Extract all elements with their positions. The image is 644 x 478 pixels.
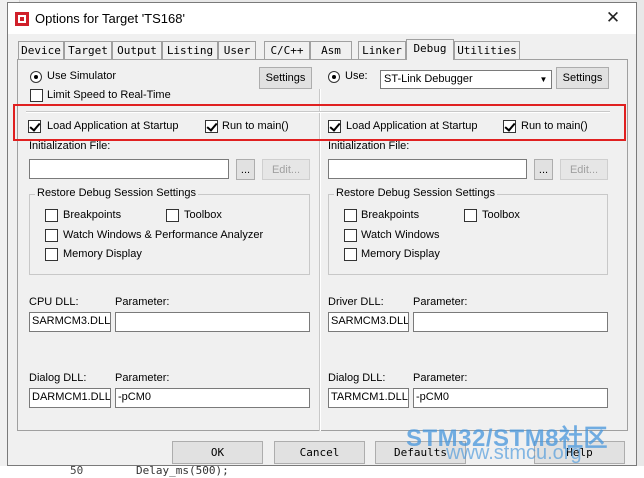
right-init-file-browse-button[interactable]: ...	[534, 159, 553, 180]
left-breakpoints-label: Breakpoints	[63, 209, 122, 221]
limit-speed-label: Limit Speed to Real-Time	[47, 89, 171, 101]
driver-dll-parameter-label: Parameter:	[413, 296, 468, 308]
use-debugger-label: Use:	[345, 70, 368, 82]
highlight-box	[13, 104, 626, 141]
tab-output[interactable]: Output	[112, 41, 162, 59]
left-dialog-dll-input[interactable]: DARMCM1.DLL	[29, 388, 111, 408]
right-watch-windows-label: Watch Windows	[361, 229, 440, 241]
limit-speed-checkbox[interactable]	[30, 89, 43, 102]
close-icon: ✕	[605, 8, 621, 27]
tab-device[interactable]: Device	[18, 41, 64, 59]
right-dialog-dll-label: Dialog DLL:	[328, 372, 386, 384]
right-memory-display-checkbox[interactable]	[344, 248, 357, 261]
tab-utilities[interactable]: Utilities	[454, 41, 520, 59]
simulator-settings-button[interactable]: Settings	[259, 67, 312, 89]
cpu-dll-label: CPU DLL:	[29, 296, 79, 308]
right-init-file-input[interactable]	[328, 159, 527, 179]
left-init-file-label: Initialization File:	[29, 140, 111, 152]
close-button[interactable]: ✕	[590, 3, 636, 33]
driver-dll-label: Driver DLL:	[328, 296, 384, 308]
title-bar: Options for Target 'TS168' ✕	[8, 3, 636, 34]
debugger-settings-button[interactable]: Settings	[556, 67, 609, 89]
tab-debug[interactable]: Debug	[406, 39, 454, 60]
right-dialog-parameter-input[interactable]: -pCM0	[413, 388, 608, 408]
right-dialog-parameter-label: Parameter:	[413, 372, 468, 384]
left-dialog-dll-label: Dialog DLL:	[29, 372, 87, 384]
left-memory-display-label: Memory Display	[63, 248, 142, 260]
cpu-dll-parameter-label: Parameter:	[115, 296, 170, 308]
tab-linker[interactable]: Linker	[358, 41, 406, 59]
driver-dll-parameter-input[interactable]	[413, 312, 608, 332]
left-init-file-edit-button[interactable]: Edit...	[262, 159, 310, 180]
left-watch-windows-checkbox[interactable]	[45, 229, 58, 242]
tab-listing[interactable]: Listing	[162, 41, 218, 59]
use-simulator-label: Use Simulator	[47, 70, 117, 82]
tab-asm[interactable]: Asm	[310, 41, 352, 59]
use-simulator-radio[interactable]	[30, 71, 42, 83]
cpu-dll-parameter-input[interactable]	[115, 312, 310, 332]
right-init-file-edit-button[interactable]: Edit...	[560, 159, 608, 180]
right-breakpoints-checkbox[interactable]	[344, 209, 357, 222]
right-dialog-dll-input[interactable]: TARMCM1.DLL	[328, 388, 409, 408]
cancel-button[interactable]: Cancel	[274, 441, 365, 464]
tab-target[interactable]: Target	[64, 41, 112, 59]
debugger-select[interactable]: ST-Link Debugger	[380, 70, 552, 89]
editor-visible-line: 50 Delay_ms(500);	[0, 464, 644, 478]
right-watch-windows-checkbox[interactable]	[344, 229, 357, 242]
right-restore-settings-title: Restore Debug Session Settings	[334, 187, 497, 199]
right-toolbox-checkbox[interactable]	[464, 209, 477, 222]
left-toolbox-label: Toolbox	[184, 209, 222, 221]
cpu-dll-input[interactable]: SARMCM3.DLL	[29, 312, 111, 332]
use-debugger-radio[interactable]	[328, 71, 340, 83]
left-dialog-parameter-label: Parameter:	[115, 372, 170, 384]
left-memory-display-checkbox[interactable]	[45, 248, 58, 261]
right-breakpoints-label: Breakpoints	[361, 209, 420, 221]
chevron-down-icon[interactable]: ▼	[536, 71, 551, 88]
left-init-file-input[interactable]	[29, 159, 229, 179]
driver-dll-input[interactable]: SARMCM3.DLL	[328, 312, 409, 332]
ok-button[interactable]: OK	[172, 441, 263, 464]
tab-user[interactable]: User	[218, 41, 256, 59]
left-breakpoints-checkbox[interactable]	[45, 209, 58, 222]
left-watch-windows-label: Watch Windows & Performance Analyzer	[63, 229, 264, 241]
right-memory-display-label: Memory Display	[361, 248, 440, 260]
window-title: Options for Target 'TS168'	[35, 11, 185, 26]
right-toolbox-label: Toolbox	[482, 209, 520, 221]
left-restore-settings-title: Restore Debug Session Settings	[35, 187, 198, 199]
keil-app-icon	[15, 12, 29, 26]
right-init-file-label: Initialization File:	[328, 140, 410, 152]
help-button[interactable]: Help	[534, 441, 625, 464]
left-dialog-parameter-input[interactable]: -pCM0	[115, 388, 310, 408]
left-toolbox-checkbox[interactable]	[166, 209, 179, 222]
left-init-file-browse-button[interactable]: ...	[236, 159, 255, 180]
options-dialog: Options for Target 'TS168' ✕ Device Targ…	[7, 2, 637, 466]
defaults-button[interactable]: Defaults	[375, 441, 466, 464]
debugger-select-value: ST-Link Debugger	[384, 73, 473, 85]
tab-c-cpp[interactable]: C/C++	[264, 41, 310, 59]
